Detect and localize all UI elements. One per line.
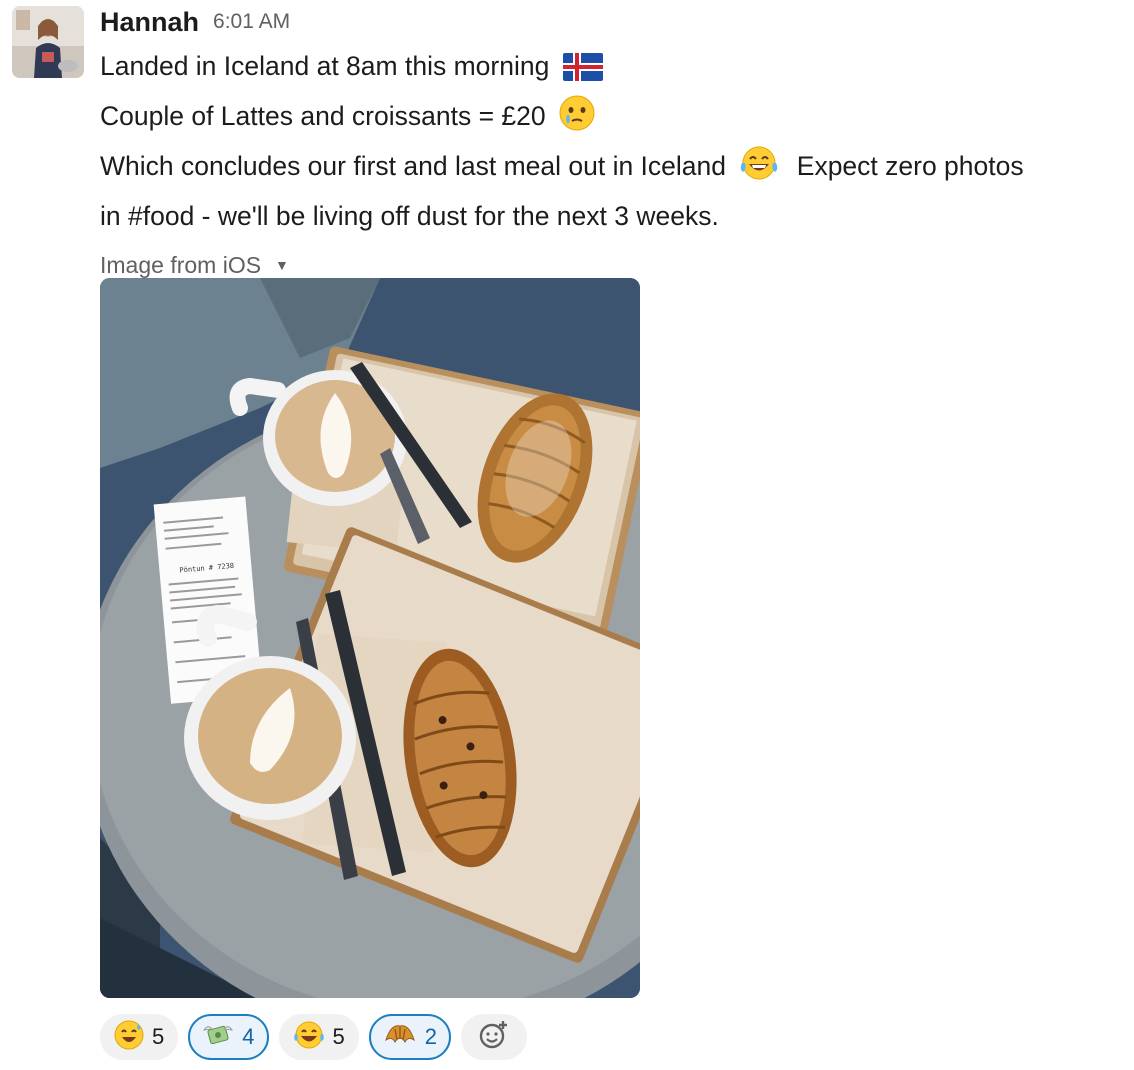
message-line-text: in #food - we'll be living off dust for … <box>100 201 719 231</box>
reaction-count: 4 <box>242 1024 255 1049</box>
message-line: Couple of Lattes and croissants = £20 <box>100 94 1130 144</box>
chevron-down-icon[interactable]: ▼ <box>275 257 289 273</box>
add-emoji-icon <box>478 1019 510 1056</box>
iceland-flag-icon <box>562 50 603 94</box>
reaction-sweat-smile[interactable]: 5 <box>100 1014 179 1060</box>
croissant-icon <box>383 1020 417 1055</box>
message-header: Hannah 6:01 AM <box>100 0 1130 44</box>
reaction-count: 5 <box>152 1024 165 1049</box>
message-content: Hannah 6:01 AM Landed in Iceland at 8am … <box>100 0 1130 280</box>
reaction-croissant[interactable]: 2 <box>368 1014 451 1060</box>
money-with-wings-icon <box>202 1020 234 1055</box>
avatar[interactable] <box>12 6 84 78</box>
message-text: Landed in Iceland at 8am this morning Co… <box>100 44 1130 238</box>
message-timestamp[interactable]: 6:01 AM <box>213 10 290 34</box>
tears-of-joy-icon <box>739 145 779 194</box>
attachment-title[interactable]: Image from iOS <box>100 252 261 279</box>
avatar-photo <box>12 6 84 78</box>
sweat-smile-icon <box>114 1020 144 1055</box>
author-name[interactable]: Hannah <box>100 7 199 38</box>
reactions-bar: 5 4 5 2 <box>100 1014 527 1060</box>
face-holding-back-tears-icon <box>559 95 595 144</box>
cafe-photo: Pöntun # 7238 <box>100 278 640 998</box>
message-line-text: Expect zero photos <box>796 151 1024 181</box>
reaction-tears-of-joy[interactable]: 5 <box>278 1014 359 1060</box>
message-line: Landed in Iceland at 8am this morning <box>100 44 1130 94</box>
reaction-count: 2 <box>424 1024 437 1049</box>
tears-of-joy-icon <box>293 1020 325 1055</box>
attachment-image[interactable]: Pöntun # 7238 <box>100 278 640 998</box>
message-line-text: Which concludes our first and last meal … <box>100 151 727 181</box>
add-reaction-button[interactable] <box>461 1014 527 1060</box>
message-line-text: Landed in Iceland at 8am this morning <box>100 51 550 81</box>
message-line: Which concludes our first and last meal … <box>100 144 1130 194</box>
message-line-text: Couple of Lattes and croissants = £20 <box>100 101 546 131</box>
reaction-money-with-wings[interactable]: 4 <box>188 1014 269 1060</box>
attachment-label[interactable]: Image from iOS ▼ <box>100 250 1130 280</box>
reaction-count: 5 <box>332 1024 345 1049</box>
message-line: in #food - we'll be living off dust for … <box>100 194 1130 238</box>
